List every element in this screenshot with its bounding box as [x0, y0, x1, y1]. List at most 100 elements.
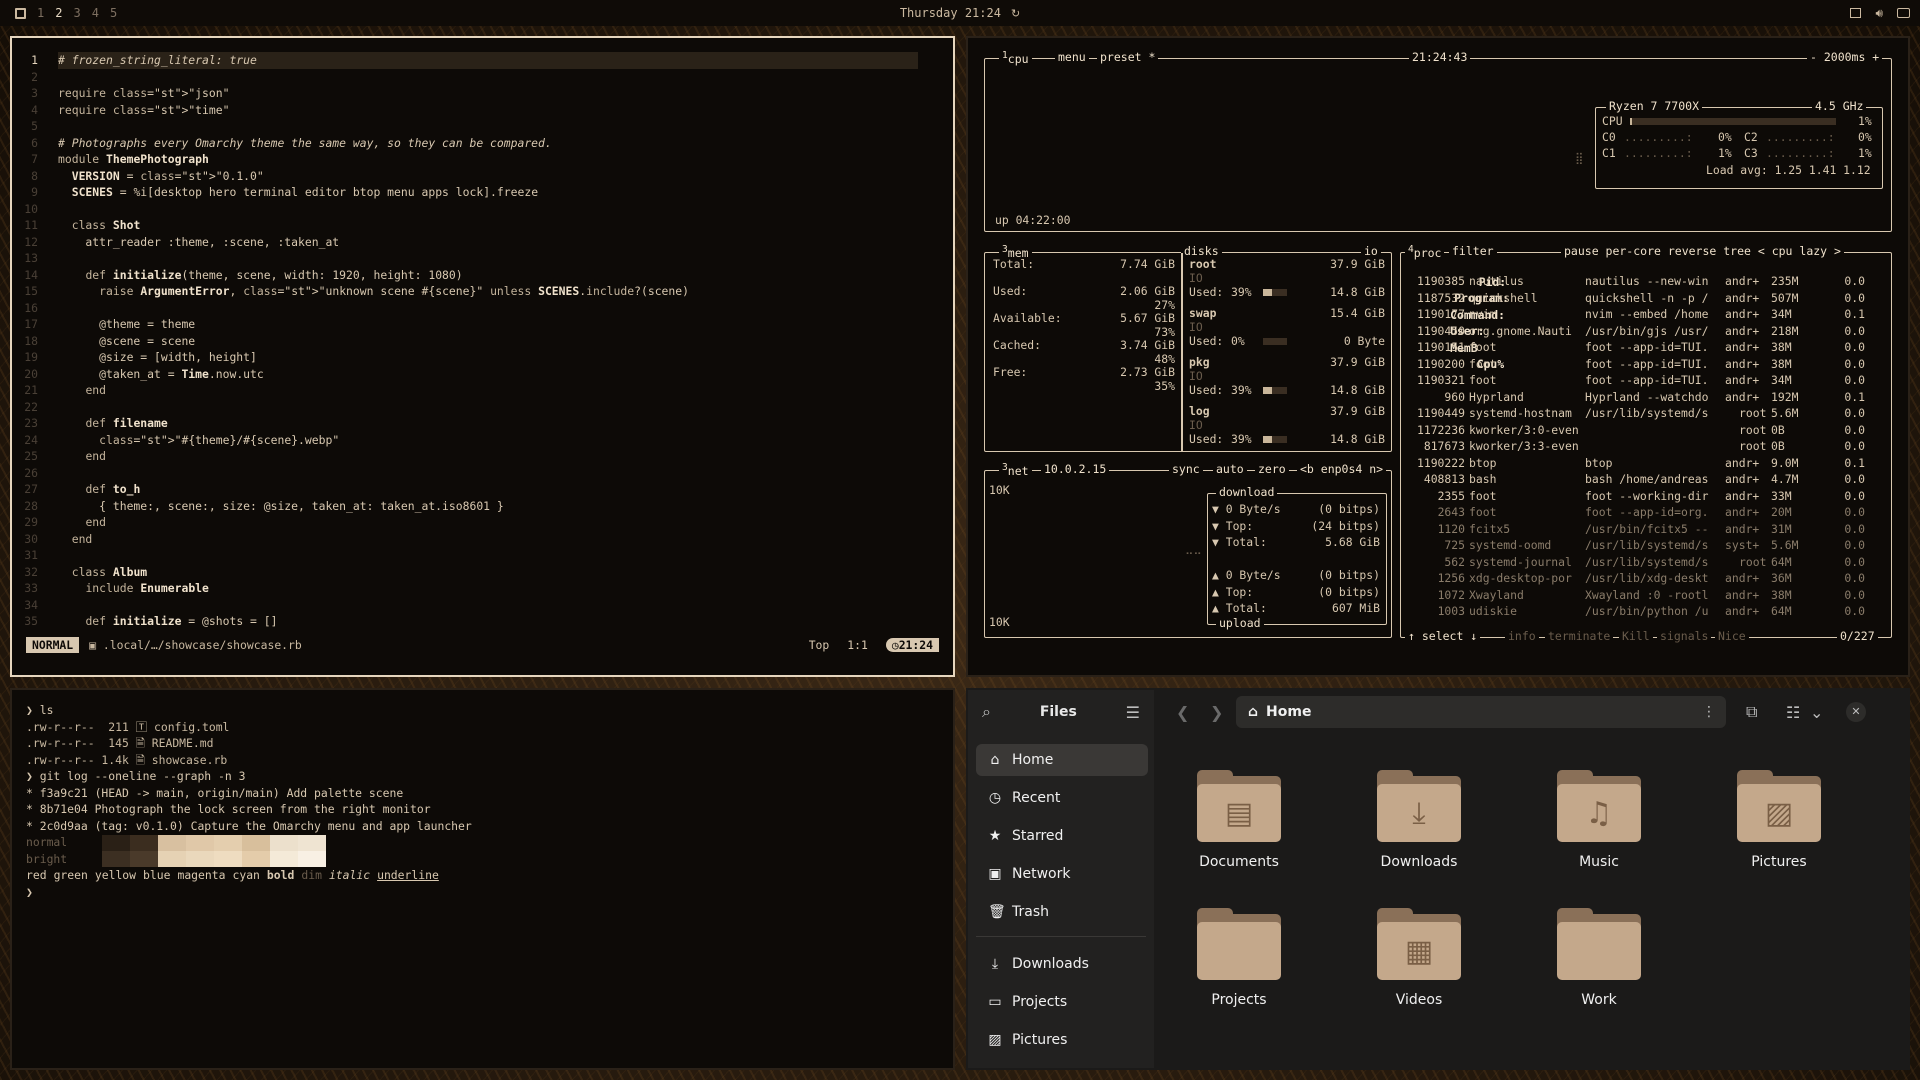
workspace-3[interactable]: 3	[73, 6, 80, 20]
code-line[interactable]: 32 class Album	[12, 564, 953, 581]
code-line[interactable]: 3 require class="st">"json"	[12, 85, 953, 102]
workspace-5[interactable]: 5	[110, 6, 117, 20]
code-line[interactable]: 5	[12, 118, 953, 135]
folder-documents[interactable]: ▤ Documents	[1174, 770, 1304, 870]
code-line[interactable]: 19 @size = [width, height]	[12, 349, 953, 366]
update-interval[interactable]: - 2000ms +	[1807, 50, 1883, 64]
proc-options[interactable]: pause per-core reverse tree < cpu lazy >	[1561, 244, 1844, 258]
view-options-icon[interactable]: ⌄	[1810, 703, 1823, 722]
path-menu-icon[interactable]: ⋮	[1702, 704, 1716, 720]
code-line[interactable]: 20 @taken_at = Time.now.utc	[12, 366, 953, 383]
code-line[interactable]: 21 end	[12, 382, 953, 399]
folder-music[interactable]: ♫ Music	[1534, 770, 1664, 870]
btop-window[interactable]: 1cpu menu preset * 21:24:43 - 2000ms + R…	[966, 36, 1910, 677]
forward-icon[interactable]: ❯	[1210, 703, 1223, 722]
code-line[interactable]: 27 def to_h	[12, 481, 953, 498]
code-line[interactable]: 12 attr_reader :theme, :scene, :taken_at	[12, 234, 953, 251]
process-row[interactable]: 817673 kworker/3:3-even root 0B 0.0	[1409, 438, 1865, 455]
code-line[interactable]: 26	[12, 465, 953, 482]
select-hint[interactable]: ↑ select ↓	[1405, 629, 1481, 643]
workspace-1[interactable]: 1	[37, 6, 44, 20]
folder-downloads[interactable]: ⤓ Downloads	[1354, 770, 1484, 870]
code-line[interactable]: 33 include Enumerable	[12, 580, 953, 597]
net-zero[interactable]: zero	[1255, 462, 1289, 476]
screen-icon[interactable]	[1850, 8, 1862, 18]
code-line[interactable]: 2	[12, 69, 953, 86]
battery-icon[interactable]	[1897, 8, 1910, 18]
menu-button[interactable]: menu	[1055, 50, 1089, 64]
back-icon[interactable]: ❮	[1176, 703, 1189, 722]
clock[interactable]: Thursday 21:24	[900, 6, 1001, 20]
kill-button[interactable]: Kill	[1619, 629, 1653, 643]
code-line[interactable]: 18 @scene = scene	[12, 333, 953, 350]
process-row[interactable]: 1256 xdg-desktop-por/usr/lib/xdg-deskt and…	[1409, 570, 1865, 587]
io-toggle[interactable]: io	[1361, 244, 1381, 258]
terminal-window[interactable]: ❯ ls .rw-r--r-- 211 🅃 config.toml .rw-r--r…	[10, 688, 955, 1070]
view-list-icon[interactable]: ☷	[1786, 703, 1800, 722]
volume-icon[interactable]: 🔊︎	[1875, 6, 1883, 21]
code-line[interactable]: 28 { theme:, scene:, size: @size, taken_…	[12, 498, 953, 515]
preset-button[interactable]: preset *	[1097, 50, 1159, 64]
code-line[interactable]: 23 def filename	[12, 415, 953, 432]
signals-button[interactable]: signals	[1657, 629, 1712, 643]
code-line[interactable]: 35 def initialize = @shots = []	[12, 613, 953, 630]
code-line[interactable]: 6 # Photographs every Omarchy theme the s…	[12, 135, 953, 152]
code-line[interactable]: 9 SCENES = %i[desktop hero terminal edit…	[12, 184, 953, 201]
code-line[interactable]: 24 class="st">"#{theme}/#{scene}.webp"	[12, 432, 953, 449]
process-row[interactable]: 1003 udiskie/usr/bin/python /u andr+ 64M 0.0	[1409, 603, 1865, 620]
hamburger-menu-icon[interactable]: ☰	[1126, 703, 1140, 722]
process-row[interactable]: 1190449 systemd-hostnam/usr/lib/systemd/s…	[1409, 405, 1865, 422]
net-auto[interactable]: auto	[1213, 462, 1247, 476]
sidebar-item-pictures[interactable]: ▨ Pictures	[976, 1024, 1148, 1056]
code-line[interactable]: 17 @theme = theme	[12, 316, 953, 333]
process-row[interactable]: 1190151 foot foot --app-id=TUI. andr+ 38M 0.0	[1409, 339, 1865, 356]
files-window[interactable]: ⌕ Files ☰ ⌂ Home ◷ Recent ★ Starred ▣ Network 🗑︎…	[966, 688, 1910, 1070]
sidebar-item-downloads[interactable]: ⤓ Downloads	[976, 948, 1148, 980]
update-icon[interactable]: ↻	[1011, 7, 1020, 20]
sidebar-item-projects[interactable]: ▭ Projects	[976, 986, 1148, 1018]
sidebar-item-recent[interactable]: ◷ Recent	[976, 782, 1148, 814]
code-line[interactable]: 14 def initialize(theme, scene, width: 1…	[12, 267, 953, 284]
code-line[interactable]: 4 require class="st">"time"	[12, 102, 953, 119]
nice-button[interactable]: Nice	[1715, 629, 1749, 643]
process-row[interactable]: 408813 bash bash /home/andreas andr+ 4.7M 0.0	[1409, 471, 1865, 488]
code-line[interactable]: 10	[12, 201, 953, 218]
net-interface[interactable]: <b enp0s4 n>	[1297, 462, 1387, 476]
process-list[interactable]: 1190385 nautilus nautilus --new-win andr+ 23…	[1409, 273, 1865, 620]
process-row[interactable]: 1187532 quickshell quickshell -n -p / andr+…	[1409, 290, 1865, 307]
code-line[interactable]: 15 raise ArgumentError, class="st">"unkn…	[12, 283, 953, 300]
process-row[interactable]: 2643 foot foot --app-id=org. andr+ 20M 0.0	[1409, 504, 1865, 521]
code-line[interactable]: 13	[12, 250, 953, 267]
search-icon[interactable]: ⌕	[982, 702, 991, 722]
path-bar[interactable]: ⌂ Home ⋮	[1236, 696, 1726, 728]
shell-prompt[interactable]: ❯	[26, 884, 472, 901]
folder-projects[interactable]: Projects	[1174, 908, 1304, 1008]
process-row[interactable]: 1190321 foot foot --app-id=TUI. andr+ 34M 0.0	[1409, 372, 1865, 389]
process-row[interactable]: 1190177 nvim nvim --embed /home andr+ 34M 0.1	[1409, 306, 1865, 323]
code-line[interactable]: 22	[12, 399, 953, 416]
workspace-2[interactable]: 2	[55, 6, 62, 20]
code-line[interactable]: 11 class Shot	[12, 217, 953, 234]
sidebar-item-network[interactable]: ▣ Network	[976, 858, 1148, 890]
code-line[interactable]: 31	[12, 547, 953, 564]
folder-videos[interactable]: ▦ Videos	[1354, 908, 1484, 1008]
code-line[interactable]: 30 end	[12, 531, 953, 548]
code-line[interactable]: 8 VERSION = class="st">"0.1.0"	[12, 168, 953, 185]
neovim-window[interactable]: 1 # frozen_string_literal: true 2 3 require …	[10, 36, 955, 677]
code-area[interactable]: 1 # frozen_string_literal: true 2 3 require …	[12, 52, 953, 630]
new-tab-icon[interactable]: ⧉	[1746, 702, 1757, 722]
process-row[interactable]: 1120 fcitx5/usr/bin/fcitx5 -- andr+ 31M 0.0	[1409, 521, 1865, 538]
omarchy-logo-icon[interactable]	[15, 7, 26, 19]
process-row[interactable]: 960 Hyprland Hyprland --watchdo andr+ 192M 0.…	[1409, 389, 1865, 406]
proc-filter[interactable]: filter	[1449, 244, 1497, 258]
process-row[interactable]: 1190222 btop btop andr+ 9.0M 0.1	[1409, 455, 1865, 472]
process-row[interactable]: 1172236 kworker/3:0-even root 0B 0.0	[1409, 422, 1865, 439]
process-row[interactable]: 725 systemd-oomd/usr/lib/systemd/s syst+ 5.…	[1409, 537, 1865, 554]
folder-pictures[interactable]: ▨ Pictures	[1714, 770, 1844, 870]
workspace-4[interactable]: 4	[92, 6, 99, 20]
terminal-output[interactable]: ❯ ls .rw-r--r-- 211 🅃 config.toml .rw-r--r…	[26, 702, 472, 900]
code-line[interactable]: 29 end	[12, 514, 953, 531]
process-row[interactable]: 1190450 org.gnome.Nauti/usr/bin/gjs /usr/…	[1409, 323, 1865, 340]
process-row[interactable]: 562 systemd-journal/usr/lib/systemd/s root…	[1409, 554, 1865, 571]
sidebar-item-home[interactable]: ⌂ Home	[976, 744, 1148, 776]
